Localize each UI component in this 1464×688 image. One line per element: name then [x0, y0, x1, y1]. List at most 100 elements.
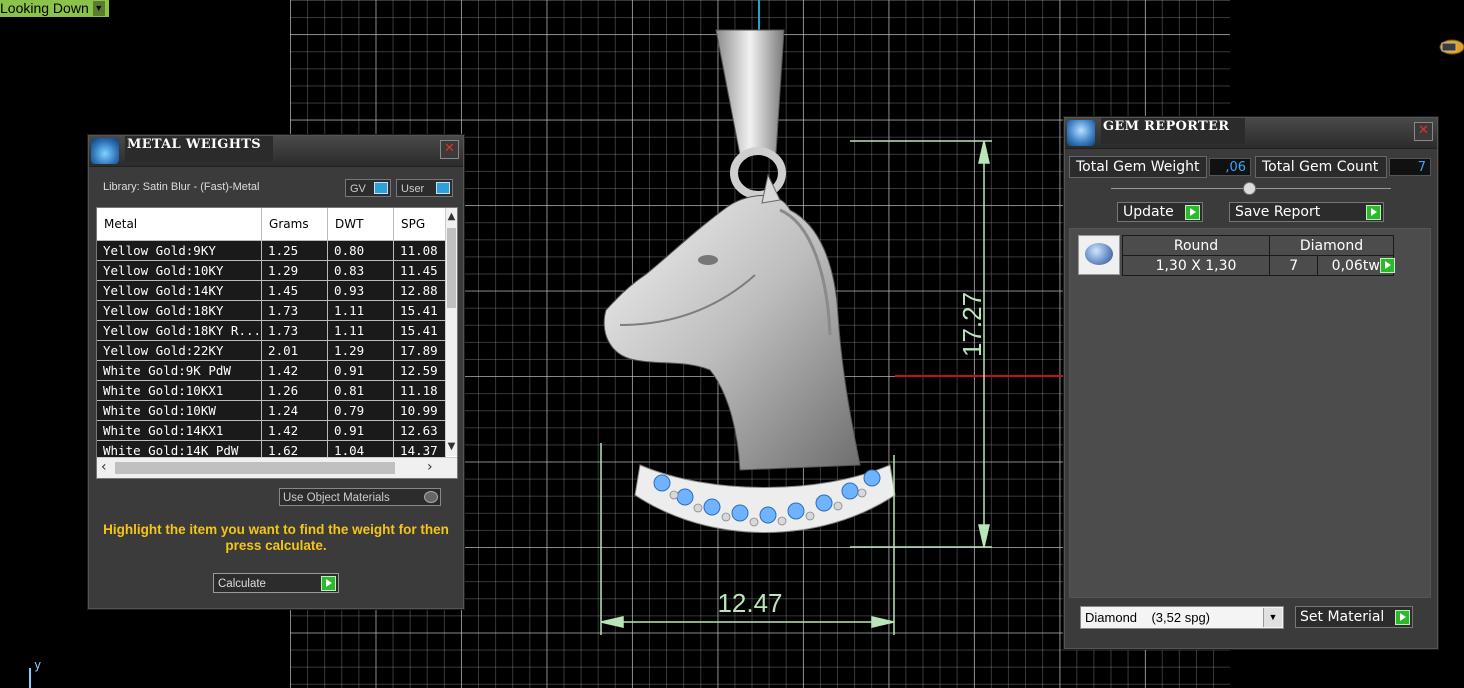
chevron-down-icon[interactable]: ▼ — [1263, 608, 1282, 627]
table-row[interactable]: White Gold:10KX1 1.26 0.81 11.18 — [97, 380, 446, 401]
gem-shape: Round — [1122, 235, 1270, 256]
grams-cell: 1.26 — [261, 380, 329, 401]
dwt-cell: 0.93 — [327, 280, 395, 301]
grams-cell: 2.01 — [261, 340, 329, 361]
gv-toggle-label: GV — [350, 183, 366, 195]
grams-cell: 1.24 — [261, 400, 329, 421]
vertical-scrollbar[interactable]: ▲ ▼ — [445, 208, 457, 456]
user-toggle-label: User — [401, 183, 425, 195]
scroll-thumb[interactable] — [115, 462, 395, 474]
user-toggle[interactable]: User — [396, 179, 453, 197]
table-row[interactable]: White Gold:10KW 1.24 0.79 10.99 — [97, 400, 446, 421]
library-label: Library: Satin Blur - (Fast)-Metal — [103, 181, 260, 193]
scroll-thumb[interactable] — [447, 228, 456, 308]
scroll-right-icon[interactable]: › — [427, 459, 433, 475]
spg-cell: 12.63 — [393, 420, 446, 441]
grams-cell: 1.73 — [261, 320, 329, 341]
close-icon[interactable]: ✕ — [1414, 122, 1433, 141]
gem-entry-play-icon[interactable] — [1380, 258, 1395, 273]
view-name: Looking Down — [0, 0, 89, 16]
column-header-grams[interactable]: Grams — [261, 208, 329, 241]
grams-cell: 1.42 — [261, 420, 329, 441]
chevron-down-icon[interactable]: ▼ — [92, 1, 105, 16]
use-object-materials-label: Use Object Materials — [283, 492, 390, 504]
round-diamond-icon — [1085, 243, 1113, 265]
play-icon — [321, 576, 336, 591]
gem-entry-row[interactable]: 1,30 X 1,30 7 0,06tw — [1122, 255, 1394, 276]
metal-cell: Yellow Gold:9KY — [97, 240, 263, 261]
gem-type: Diamond — [1269, 235, 1394, 256]
gem-list[interactable]: Round Diamond 1,30 X 1,30 7 0,06tw — [1069, 228, 1431, 598]
update-label: Update — [1123, 204, 1174, 220]
metal-flask-icon — [91, 138, 119, 164]
navigation-cube-icon[interactable] — [1436, 36, 1464, 58]
dwt-cell: 0.83 — [327, 260, 395, 281]
calculate-button[interactable]: Calculate — [213, 573, 339, 593]
table-row[interactable]: White Gold:14KX1 1.42 0.91 12.63 — [97, 420, 446, 441]
y-axis-indicator — [29, 668, 31, 688]
table-row[interactable]: Yellow Gold:18KY R... 1.73 1.11 15.41 — [97, 320, 446, 341]
pendant-model-render[interactable] — [590, 25, 1010, 645]
spg-cell: 11.18 — [393, 380, 446, 401]
use-object-materials-option[interactable]: Use Object Materials — [279, 488, 441, 506]
spg-cell: 12.88 — [393, 280, 446, 301]
dwt-cell: 0.81 — [327, 380, 395, 401]
close-icon[interactable]: ✕ — [440, 140, 459, 159]
instruction-text: Highlight the item you want to find the … — [103, 522, 449, 553]
spg-cell: 15.41 — [393, 300, 446, 321]
total-gem-weight-value: ,06 — [1209, 158, 1251, 176]
set-material-label: Set Material — [1300, 609, 1385, 625]
spg-cell: 11.45 — [393, 260, 446, 281]
gem-material-value: Diamond (3,52 spg) — [1085, 610, 1211, 625]
table-row[interactable]: Yellow Gold:22KY 2.01 1.29 17.89 — [97, 340, 446, 361]
metal-cell: White Gold:9K PdW — [97, 360, 263, 381]
grams-cell: 1.29 — [261, 260, 329, 281]
dwt-cell: 1.29 — [327, 340, 395, 361]
metal-table-container[interactable]: Metal Grams DWT SPG Yellow Gold:9KY 1.25 0… — [96, 207, 458, 479]
metal-weights-titlebar[interactable]: METAL WEIGHTS ✕ — [89, 136, 463, 167]
set-material-button[interactable]: Set Material — [1295, 606, 1413, 628]
dwt-cell: 0.80 — [327, 240, 395, 261]
save-report-button[interactable]: Save Report — [1229, 202, 1384, 222]
column-header-metal[interactable]: Metal — [97, 208, 263, 241]
dwt-cell: 1.11 — [327, 300, 395, 321]
view-selector[interactable]: Looking Down ▼ — [0, 0, 109, 17]
gem-reporter-titlebar[interactable]: GEM REPORTER ✕ — [1065, 118, 1437, 149]
table-row[interactable]: Yellow Gold:9KY 1.25 0.80 11.08 — [97, 240, 446, 261]
toggle-switch-icon — [374, 182, 388, 194]
grams-cell: 1.42 — [261, 360, 329, 381]
dwt-cell: 1.11 — [327, 320, 395, 341]
save-report-label: Save Report — [1235, 204, 1321, 220]
gv-toggle[interactable]: GV — [345, 179, 391, 197]
table-row[interactable]: Yellow Gold:10KY 1.29 0.83 11.45 — [97, 260, 446, 281]
radio-icon[interactable] — [424, 491, 438, 503]
grams-cell: 1.73 — [261, 300, 329, 321]
dwt-cell: 0.91 — [327, 420, 395, 441]
play-icon — [1366, 205, 1381, 220]
panel-title: GEM REPORTER — [1101, 118, 1245, 144]
table-row[interactable]: White Gold:9K PdW 1.42 0.91 12.59 — [97, 360, 446, 381]
scroll-left-icon[interactable]: ‹ — [101, 459, 107, 475]
scroll-down-icon[interactable]: ▼ — [446, 440, 457, 454]
table-row[interactable]: Yellow Gold:14KY 1.45 0.93 12.88 — [97, 280, 446, 301]
toggle-switch-icon — [436, 182, 450, 194]
grams-cell: 1.45 — [261, 280, 329, 301]
spg-cell: 17.89 — [393, 340, 446, 361]
gem-size: 1,30 X 1,30 — [1122, 255, 1270, 276]
gem-material-select[interactable]: Diamond (3,52 spg) ▼ — [1080, 606, 1284, 629]
splitter-handle[interactable] — [1243, 182, 1256, 195]
horizontal-scrollbar[interactable]: ‹ › — [97, 457, 457, 478]
scroll-up-icon[interactable]: ▲ — [446, 210, 457, 224]
total-gem-weight-label: Total Gem Weight — [1069, 156, 1207, 178]
update-button[interactable]: Update — [1117, 202, 1203, 222]
dimension-height-label: 17.27 — [957, 291, 987, 357]
gem-entry-table[interactable]: Round Diamond 1,30 X 1,30 7 0,06tw — [1122, 235, 1394, 276]
gem-thumbnail[interactable] — [1078, 235, 1120, 275]
spg-cell: 11.08 — [393, 240, 446, 261]
table-row[interactable]: Yellow Gold:18KY 1.73 1.11 15.41 — [97, 300, 446, 321]
metal-cell: Yellow Gold:18KY — [97, 300, 263, 321]
column-header-dwt[interactable]: DWT — [327, 208, 395, 241]
play-icon — [1185, 205, 1200, 220]
metal-cell: White Gold:10KW — [97, 400, 263, 421]
column-header-spg[interactable]: SPG — [393, 208, 446, 241]
